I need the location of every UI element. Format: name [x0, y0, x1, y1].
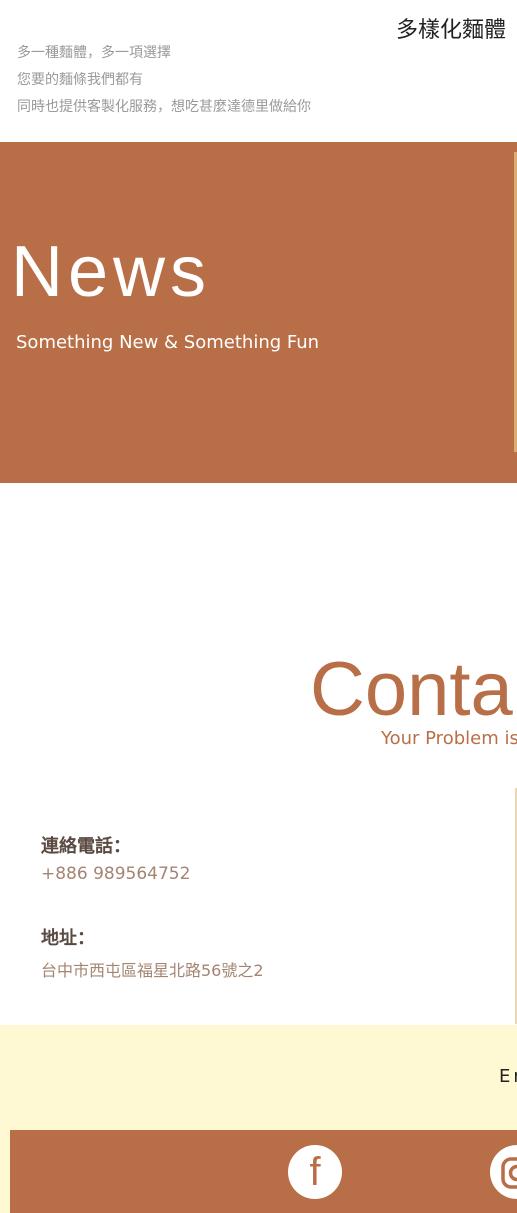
- instagram-button[interactable]: [490, 1145, 517, 1199]
- phone-label: 連絡電話：: [41, 836, 131, 857]
- news-title: News: [11, 232, 212, 312]
- phone-value[interactable]: +886 989564752: [41, 864, 190, 884]
- section-title: 多樣化麵體: [395, 18, 506, 43]
- contact-subtitle: Your Problem is: [381, 728, 517, 749]
- facebook-button[interactable]: f: [288, 1145, 342, 1199]
- social-bar: f: [10, 1130, 517, 1213]
- address-label: 地址：: [41, 928, 95, 949]
- intro-line: 您要的麵條我們都有: [17, 72, 143, 88]
- intro-text: 多一種麵體，多一項選擇 您要的麵條我們都有 同時也提供客製化服務，想吃甚麼達德里…: [17, 40, 311, 121]
- news-subtitle: Something New & Something Fun: [16, 332, 320, 353]
- instagram-icon: [501, 1157, 517, 1189]
- news-banner[interactable]: News Something New & Something Fun: [0, 142, 517, 483]
- footer-email-label: Er: [499, 1066, 517, 1087]
- intro-line: 多一種麵體，多一項選擇: [17, 45, 171, 61]
- intro-line: 同時也提供客製化服務，想吃甚麼達德里做給你: [17, 99, 311, 115]
- facebook-icon: f: [309, 1149, 321, 1194]
- address-value: 台中市西屯區福星北路56號之2: [41, 961, 264, 980]
- contact-title: Conta: [310, 647, 513, 732]
